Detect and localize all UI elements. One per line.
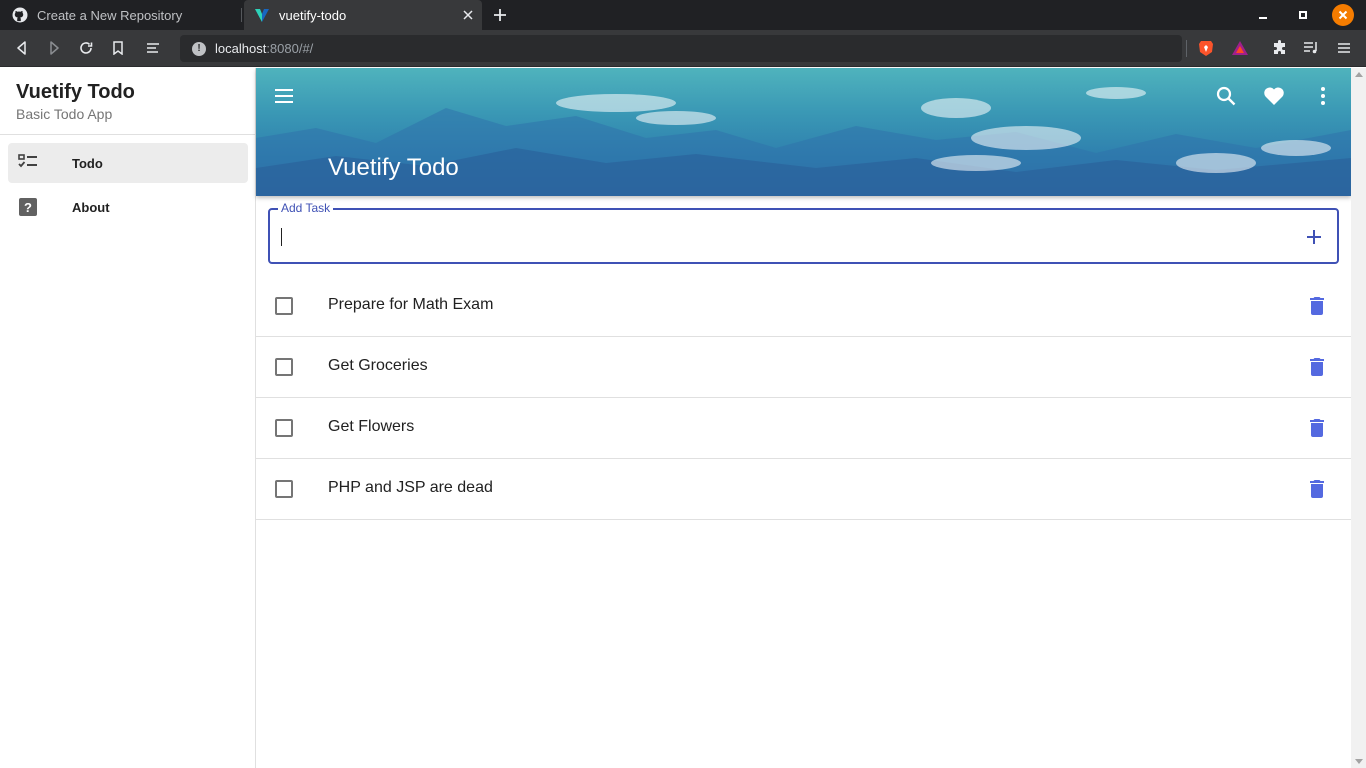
navigation-drawer: Vuetify Todo Basic Todo App Todo ? About	[0, 68, 256, 768]
back-icon	[17, 41, 26, 55]
task-checkbox[interactable]	[275, 419, 293, 437]
brave-rewards-button[interactable]	[1230, 38, 1250, 58]
reload-button[interactable]	[76, 38, 96, 58]
reader-mode-icon	[147, 43, 159, 53]
nav-item-about[interactable]: ? About	[8, 187, 248, 227]
back-button[interactable]	[12, 38, 32, 58]
checklist-icon	[18, 153, 38, 173]
browser-tab-title: Create a New Repository	[37, 7, 183, 23]
task-item[interactable]: Get Flowers	[256, 398, 1351, 459]
svg-text:?: ?	[24, 200, 32, 215]
add-task-input[interactable]	[280, 224, 1280, 248]
reload-icon	[80, 42, 93, 54]
maximize-window-button[interactable]	[1293, 5, 1313, 25]
trash-icon	[1310, 480, 1324, 498]
close-tab-icon[interactable]	[460, 7, 476, 23]
scroll-up-icon[interactable]	[1355, 72, 1363, 77]
task-item[interactable]: Prepare for Math Exam	[256, 276, 1351, 337]
puzzle-icon	[1274, 40, 1285, 54]
task-item[interactable]: PHP and JSP are dead	[256, 459, 1351, 520]
task-checkbox[interactable]	[275, 358, 293, 376]
menu-icon	[275, 89, 293, 103]
url-path: :8080/#/	[266, 41, 314, 56]
bookmark-button[interactable]	[108, 38, 128, 58]
dots-vertical-icon	[1321, 87, 1325, 105]
tab-separator	[241, 8, 242, 22]
task-checkbox[interactable]	[275, 297, 293, 315]
task-item[interactable]: Get Groceries	[256, 337, 1351, 398]
maximize-icon	[1299, 11, 1307, 19]
browser-tab-bar: Create a New Repository vuetify-todo	[0, 0, 1366, 30]
browser-tab-github[interactable]: Create a New Repository	[0, 0, 242, 30]
forward-icon	[50, 41, 59, 55]
add-task-button[interactable]	[1303, 226, 1325, 248]
app-bar-title: Vuetify Todo	[328, 154, 459, 181]
delete-task-button[interactable]	[1305, 477, 1329, 501]
vuetify-icon	[254, 7, 270, 23]
address-bar[interactable]: ! localhost:8080/#/	[180, 35, 1182, 62]
add-task-field: Add Task	[268, 201, 1339, 264]
brave-shields-button[interactable]	[1196, 38, 1216, 58]
playlist-icon	[1304, 42, 1317, 54]
close-icon	[1338, 10, 1348, 20]
nav-item-label: Todo	[72, 155, 103, 171]
plus-icon	[1307, 230, 1321, 244]
drawer-divider	[0, 134, 255, 135]
url-host: localhost	[215, 41, 267, 56]
browser-toolbar: ! localhost:8080/#/	[0, 30, 1366, 67]
search-button[interactable]	[1210, 80, 1242, 112]
trash-icon	[1310, 419, 1324, 437]
drawer-subtitle: Basic Todo App	[16, 106, 113, 122]
browser-tab-title: vuetify-todo	[279, 7, 347, 23]
delete-task-button[interactable]	[1305, 355, 1329, 379]
plus-icon	[494, 9, 506, 21]
help-box-icon: ?	[18, 197, 38, 217]
nav-item-label: About	[72, 199, 110, 215]
app-bar: Vuetify Todo	[256, 68, 1351, 196]
media-button[interactable]	[1301, 38, 1321, 58]
forward-button[interactable]	[44, 38, 64, 58]
heart-icon	[1264, 87, 1284, 105]
trash-icon	[1310, 358, 1324, 376]
text-cursor	[281, 228, 282, 246]
url-text: localhost:8080/#/	[215, 41, 313, 56]
drawer-title: Vuetify Todo	[16, 81, 135, 103]
extensions-button[interactable]	[1270, 38, 1290, 58]
scroll-down-icon[interactable]	[1355, 759, 1363, 764]
task-title: Get Flowers	[328, 418, 415, 435]
new-tab-button[interactable]	[490, 5, 510, 25]
toolbar-divider	[1186, 40, 1187, 57]
brave-lion-icon	[1199, 41, 1213, 56]
nav-item-todo[interactable]: Todo	[8, 143, 248, 183]
site-info-icon[interactable]: !	[192, 41, 206, 56]
github-icon	[12, 7, 28, 23]
close-window-button[interactable]	[1332, 4, 1354, 26]
reader-mode-button[interactable]	[143, 38, 163, 58]
task-title: PHP and JSP are dead	[328, 479, 493, 496]
more-options-button[interactable]	[1307, 80, 1339, 112]
add-task-label: Add Task	[278, 201, 334, 215]
trash-icon	[1310, 297, 1324, 315]
delete-task-button[interactable]	[1305, 416, 1329, 440]
favorite-button[interactable]	[1258, 80, 1290, 112]
page-scrollbar[interactable]	[1351, 68, 1366, 768]
browser-menu-button[interactable]	[1334, 38, 1354, 58]
minimize-icon	[1259, 17, 1267, 19]
brave-rewards-icon	[1232, 41, 1248, 55]
task-checkbox[interactable]	[275, 480, 293, 498]
hamburger-icon	[1338, 43, 1350, 53]
minimize-window-button[interactable]	[1253, 5, 1273, 25]
delete-task-button[interactable]	[1305, 294, 1329, 318]
task-title: Prepare for Math Exam	[328, 296, 494, 313]
task-title: Get Groceries	[328, 357, 428, 374]
browser-tab-vuetify-todo[interactable]: vuetify-todo	[244, 0, 482, 30]
search-icon	[1216, 86, 1236, 106]
bookmark-icon	[113, 41, 123, 55]
menu-button[interactable]	[268, 80, 300, 112]
